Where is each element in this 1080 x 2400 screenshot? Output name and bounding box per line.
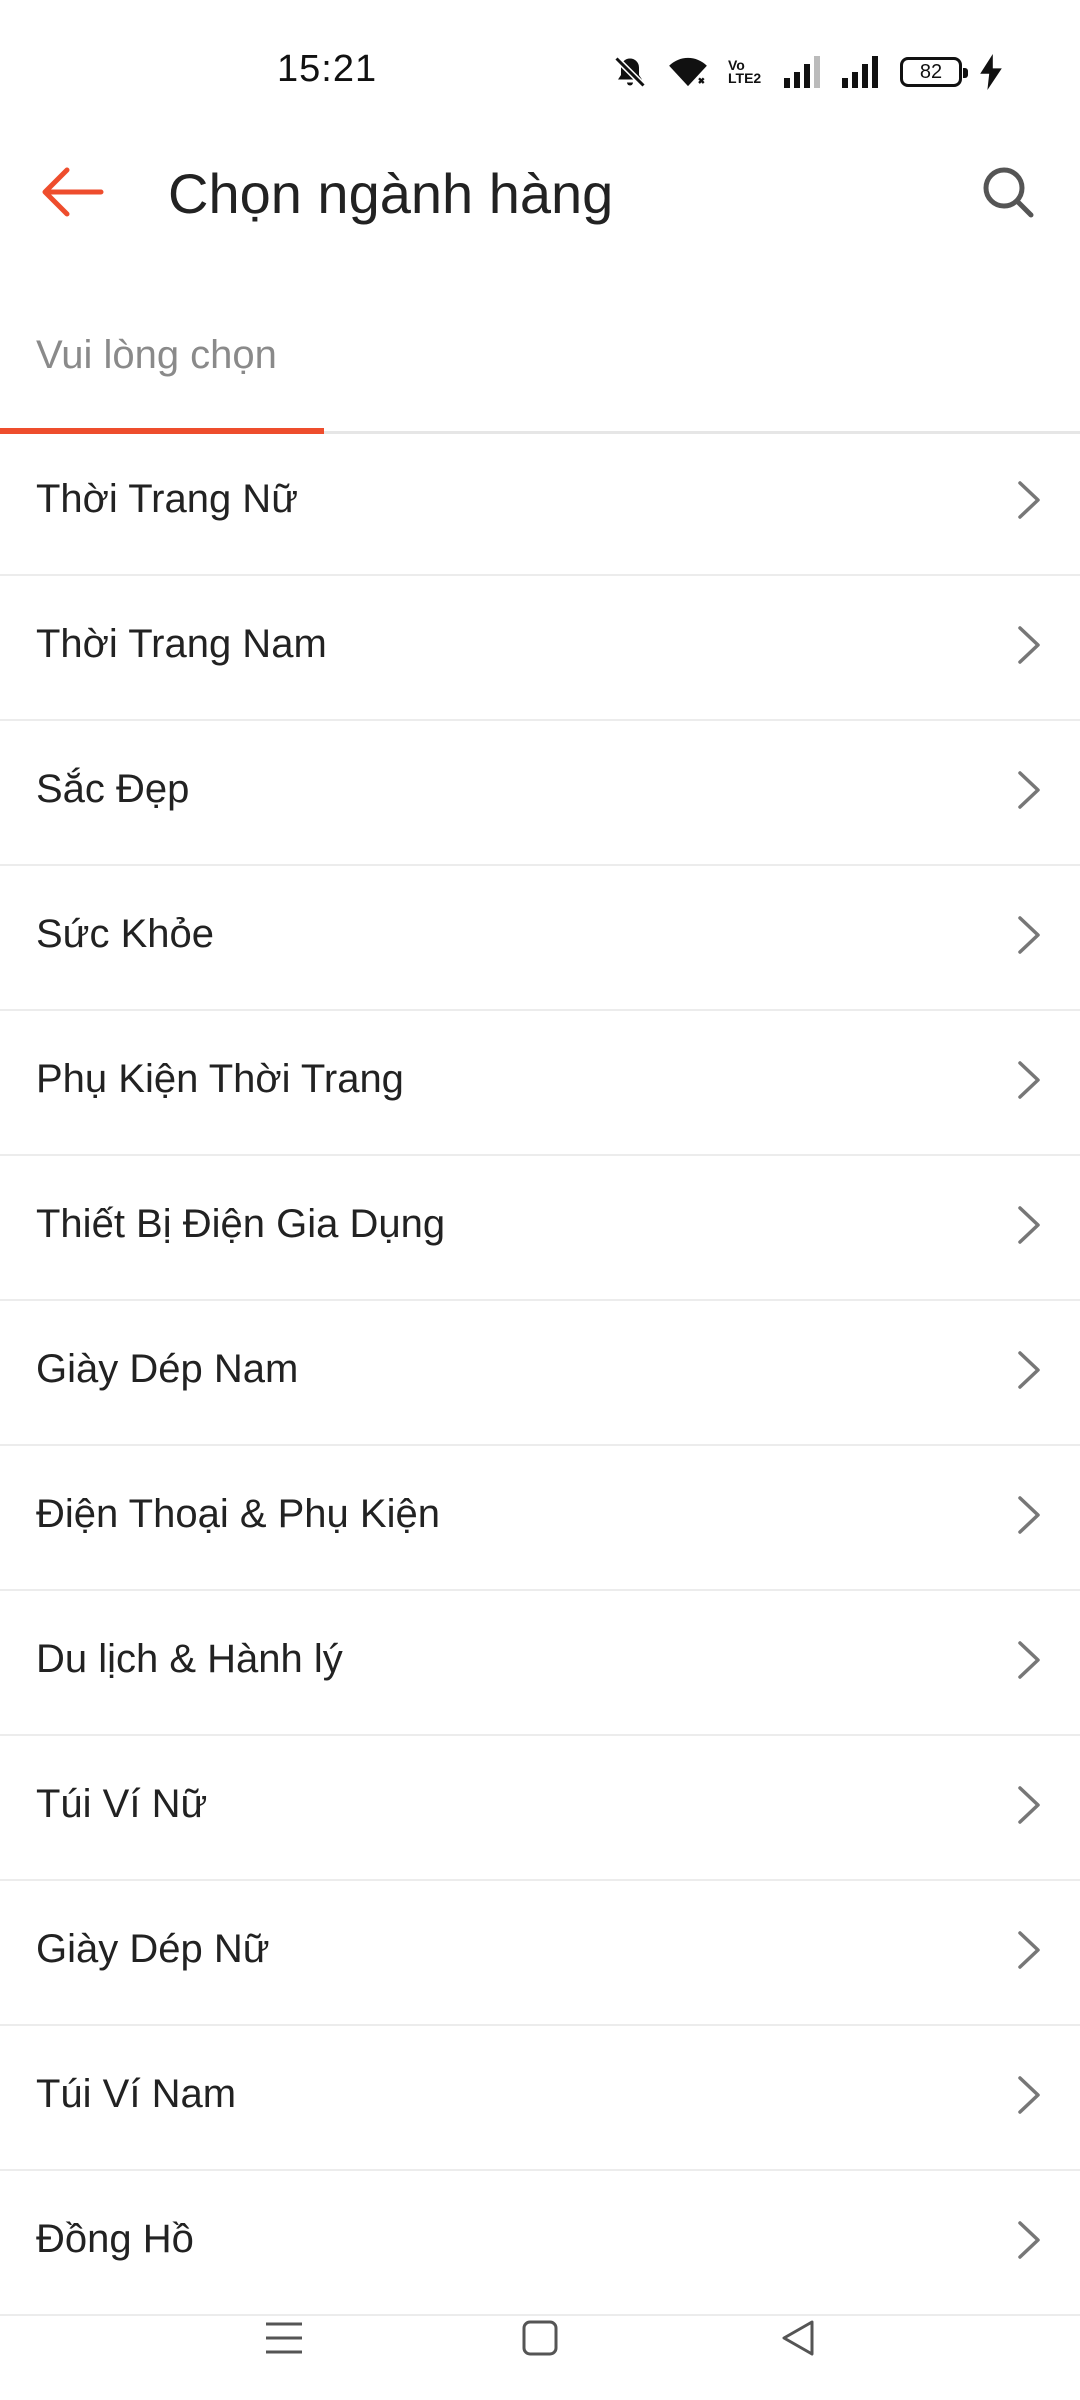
chevron-right-icon xyxy=(1014,1927,1044,1973)
category-item[interactable]: Điện Thoại & Phụ Kiện xyxy=(0,1446,1080,1591)
page-title: Chọn ngành hàng xyxy=(168,162,614,225)
chevron-right-icon xyxy=(1014,1202,1044,1248)
category-label: Giày Dép Nữ xyxy=(36,1927,270,1971)
category-label: Giày Dép Nam xyxy=(36,1347,299,1391)
category-item[interactable]: Túi Ví Nữ xyxy=(0,1736,1080,1881)
category-label: Thời Trang Nam xyxy=(36,622,327,666)
app-bar: Chọn ngành hàng xyxy=(0,140,1080,248)
bell-off-icon xyxy=(612,54,648,90)
category-item[interactable]: Sắc Đẹp xyxy=(0,721,1080,866)
back-triangle-icon xyxy=(778,2318,818,2363)
chevron-right-icon xyxy=(1014,1782,1044,1828)
chevron-right-icon xyxy=(1014,912,1044,958)
category-label: Sắc Đẹp xyxy=(36,767,190,811)
battery-icon: 82 xyxy=(900,57,968,87)
category-label: Điện Thoại & Phụ Kiện xyxy=(36,1492,440,1536)
back-nav-button[interactable] xyxy=(766,2308,830,2372)
back-button[interactable] xyxy=(36,158,108,230)
battery-level: 82 xyxy=(919,61,943,83)
tab-row: Vui lòng chọn xyxy=(0,315,1080,434)
arrow-left-icon xyxy=(39,164,105,225)
status-icons: Vo LTE2 82 xyxy=(612,50,1002,94)
chevron-right-icon xyxy=(1014,1637,1044,1683)
category-label: Du lịch & Hành lý xyxy=(36,1637,343,1681)
category-label: Sức Khỏe xyxy=(36,912,214,956)
category-label: Đồng Hồ xyxy=(36,2217,194,2261)
category-item[interactable]: Thời Trang Nữ xyxy=(0,431,1080,576)
category-label: Túi Ví Nam xyxy=(36,2072,237,2116)
home-button[interactable] xyxy=(508,2308,572,2372)
category-list: Thời Trang Nữ Thời Trang Nam Sắc Đẹp Sức… xyxy=(0,431,1080,2316)
chevron-right-icon xyxy=(1014,1492,1044,1538)
chevron-right-icon xyxy=(1014,477,1044,523)
search-icon xyxy=(980,164,1036,225)
category-item[interactable]: Thiết Bị Điện Gia Dụng xyxy=(0,1156,1080,1301)
category-item[interactable]: Thời Trang Nam xyxy=(0,576,1080,721)
menu-button[interactable] xyxy=(252,2308,316,2372)
chevron-right-icon xyxy=(1014,1057,1044,1103)
category-item[interactable]: Giày Dép Nam xyxy=(0,1301,1080,1446)
category-item[interactable]: Sức Khỏe xyxy=(0,866,1080,1011)
category-item[interactable]: Phụ Kiện Thời Trang xyxy=(0,1011,1080,1156)
system-nav-bar xyxy=(0,2280,1080,2400)
signal-icon xyxy=(842,56,882,88)
tab-select[interactable]: Vui lòng chọn xyxy=(0,315,324,434)
category-label: Phụ Kiện Thời Trang xyxy=(36,1057,404,1101)
volte-icon: Vo LTE2 xyxy=(728,57,762,86)
category-item[interactable]: Giày Dép Nữ xyxy=(0,1881,1080,2026)
category-label: Thiết Bị Điện Gia Dụng xyxy=(36,1202,446,1246)
category-item[interactable]: Túi Ví Nam xyxy=(0,2026,1080,2171)
chevron-right-icon xyxy=(1014,2072,1044,2118)
category-label: Túi Ví Nữ xyxy=(36,1782,208,1826)
chevron-right-icon xyxy=(1014,622,1044,668)
menu-icon xyxy=(264,2318,304,2363)
wifi-icon xyxy=(666,54,710,90)
tab-label: Vui lòng chọn xyxy=(36,333,277,377)
charging-icon xyxy=(980,54,1002,90)
status-bar: 15:21 Vo LTE2 82 xyxy=(0,0,1080,140)
search-button[interactable] xyxy=(972,158,1044,230)
category-label: Thời Trang Nữ xyxy=(36,477,298,521)
category-item[interactable]: Du lịch & Hành lý xyxy=(0,1591,1080,1736)
chevron-right-icon xyxy=(1014,767,1044,813)
status-time: 15:21 xyxy=(277,48,378,90)
signal-icon xyxy=(784,56,824,88)
chevron-right-icon xyxy=(1014,1347,1044,1393)
home-square-icon xyxy=(520,2318,560,2363)
chevron-right-icon xyxy=(1014,2217,1044,2263)
